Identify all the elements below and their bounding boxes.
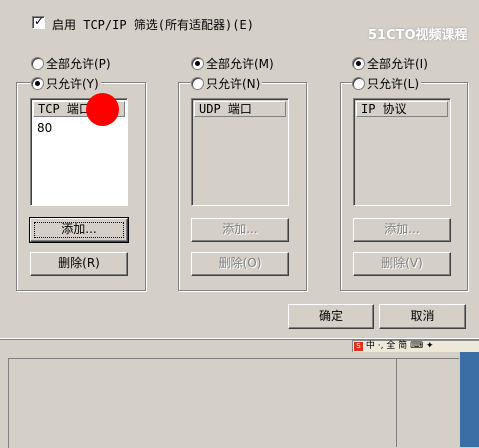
tcp-remove-button[interactable]: 删除(R) — [30, 252, 128, 276]
radio-dot-icon — [195, 61, 200, 66]
ip-protocol-column-header[interactable]: IP 协议 — [356, 101, 448, 117]
udp-add-button[interactable]: 添加... — [191, 218, 289, 242]
udp-permit-only-radio[interactable] — [191, 77, 204, 90]
ip-permit-only-radio[interactable] — [352, 77, 365, 90]
background-window — [0, 352, 479, 448]
ip-permit-all-label[interactable]: 全部允许(I) — [367, 55, 428, 72]
tcp-permit-all-radio[interactable] — [31, 57, 44, 70]
radio-dot-icon — [356, 61, 361, 66]
checkmark-icon: ✓ — [34, 14, 45, 28]
tcp-permit-only-radio[interactable] — [31, 77, 44, 90]
ip-permit-only-label[interactable]: 只允许(L) — [365, 75, 422, 92]
ime-toolbar-text: 中 ·, 全 简 — [365, 341, 408, 351]
background-panel-divider — [396, 358, 397, 447]
ip-protocol-list[interactable]: IP 协议 — [353, 98, 451, 206]
sogou-ime-icon: S — [354, 342, 363, 351]
ip-permit-all-radio[interactable] — [352, 57, 365, 70]
udp-port-column-header[interactable]: UDP 端口 — [194, 101, 286, 117]
background-panel-edge — [8, 358, 459, 448]
list-item[interactable]: 80 — [37, 121, 52, 135]
udp-permit-all-radio[interactable] — [191, 57, 204, 70]
settings-icon: ✦ — [425, 341, 434, 351]
udp-port-list[interactable]: UDP 端口 — [191, 98, 289, 206]
tcp-permit-all-label[interactable]: 全部允许(P) — [46, 55, 111, 72]
watermark-logo: 51CTO视频课程 — [368, 28, 468, 43]
keyboard-icon: ⌨ — [410, 341, 424, 351]
ip-remove-button[interactable]: 删除(V) — [353, 252, 451, 276]
desktop-background — [460, 352, 479, 447]
cancel-button[interactable]: 取消 — [379, 304, 466, 329]
tcp-add-button[interactable]: 添加... — [29, 217, 129, 243]
cursor-highlight-marker — [86, 93, 119, 126]
radio-dot-icon — [35, 81, 40, 86]
enable-tcpip-filter-checkbox[interactable]: ✓ — [32, 14, 45, 29]
ip-add-button[interactable]: 添加... — [353, 218, 451, 242]
udp-permit-only-label[interactable]: 只允许(N) — [204, 75, 263, 92]
enable-tcpip-filter-label[interactable]: 启用 TCP/IP 筛选(所有适配器)(E) — [52, 16, 254, 33]
tcp-permit-only-label[interactable]: 只允许(Y) — [44, 75, 101, 92]
udp-permit-all-label[interactable]: 全部允许(M) — [206, 55, 274, 72]
udp-remove-button[interactable]: 删除(O) — [191, 252, 289, 276]
ok-button[interactable]: 确定 — [288, 304, 374, 329]
